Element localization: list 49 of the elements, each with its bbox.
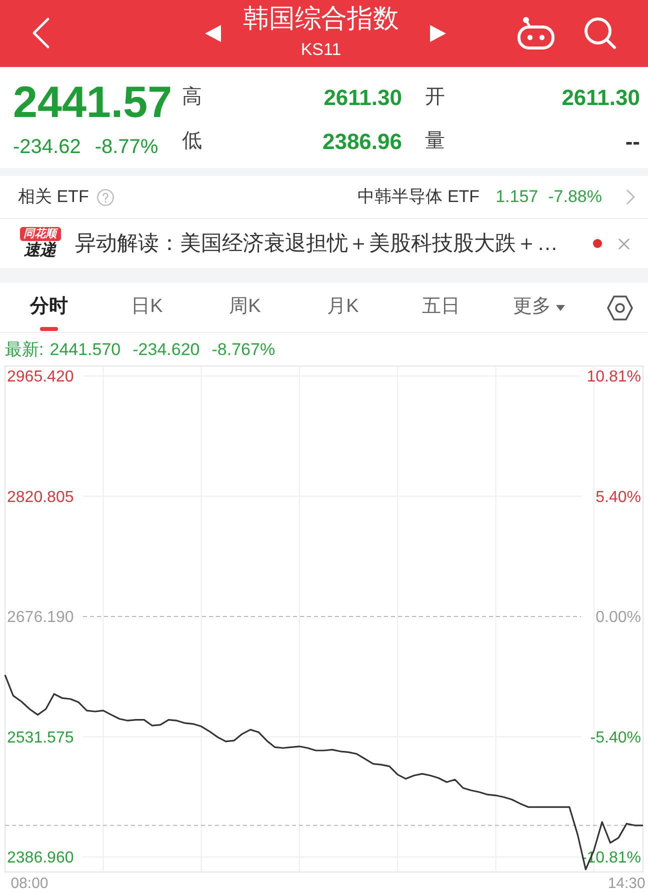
latest-percent: -8.767% [212, 338, 276, 361]
percent-axis-label: 5.40% [596, 488, 641, 506]
y-axis-label: 2676.190 [7, 609, 74, 626]
caret-down-icon [556, 304, 565, 310]
tab[interactable]: 分时 [0, 283, 98, 332]
stat-label: 开 [425, 85, 445, 110]
y-axis-label: 2965.420 [7, 368, 74, 386]
source-tag: 同花顺 [20, 227, 60, 241]
x-axis-label: 14:30 [608, 875, 646, 892]
stat-label: 低 [182, 129, 202, 154]
y-axis-label: 2531.575 [7, 729, 74, 746]
latest-change: -234.620 [132, 338, 200, 361]
percent-axis-label: -5.40% [590, 729, 641, 746]
tab[interactable]: 日K [98, 283, 196, 332]
y-axis-label: 2386.960 [7, 850, 74, 866]
stat-value: 2386.96 [322, 128, 402, 156]
current-price: 2441.57 [13, 81, 172, 125]
etf-price: 1.157 [496, 186, 538, 208]
robot-icon[interactable] [517, 16, 555, 50]
close-icon[interactable] [618, 238, 630, 250]
triangle-left-icon[interactable] [205, 25, 221, 42]
latest-label: 最新: [5, 338, 44, 361]
triangle-right-icon[interactable] [430, 25, 446, 42]
tab[interactable]: 更多 [490, 283, 588, 332]
etf-change: -7.88% [548, 186, 602, 208]
source-label: 速递 [24, 241, 56, 260]
section-label: 相关 ETF [18, 186, 89, 208]
index-code: KS11 [300, 40, 342, 60]
price-change: -234.62 [13, 137, 81, 157]
stat-value: 2611.30 [324, 84, 402, 112]
stat-label: 量 [425, 129, 445, 154]
y-axis-label: 2820.805 [7, 488, 74, 506]
tab[interactable]: 月K [294, 283, 392, 332]
etf-name[interactable]: 中韩半导体 ETF [358, 184, 480, 210]
x-axis-label: 08:00 [10, 875, 48, 892]
tab[interactable]: 周K [196, 283, 294, 332]
stat-label: 高 [182, 85, 202, 110]
percent-axis-label: 0.00% [596, 609, 641, 626]
window-title: 韩国综合指数 [243, 3, 399, 33]
latest-price: 2441.570 [50, 338, 121, 361]
settings-icon[interactable] [606, 294, 634, 322]
stat-value: 2611.30 [562, 84, 640, 112]
stat-value: -- [625, 128, 640, 156]
search-icon[interactable] [583, 16, 617, 50]
news-headline[interactable]: 异动解读：美国经济衰退担忧＋美股科技股大跌＋… [75, 230, 558, 256]
percent-change: -8.77% [94, 137, 158, 157]
percent-axis-label: 10.81% [586, 368, 641, 386]
tab[interactable]: 五日 [392, 283, 490, 332]
chevron-left-icon[interactable] [31, 17, 51, 49]
